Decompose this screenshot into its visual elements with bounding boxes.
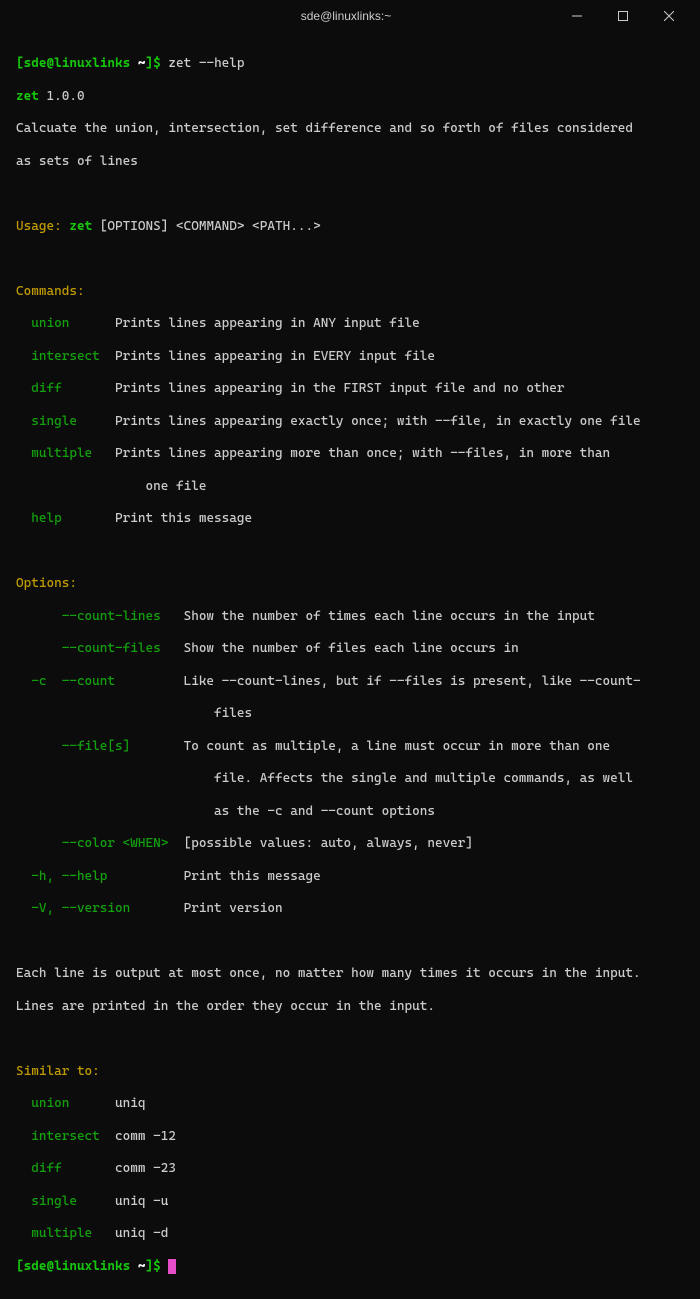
similar-item: diff comm -23 xyxy=(16,1161,684,1177)
option-item: -V, --version Print version xyxy=(16,901,684,917)
option-item-cont: file. Affects the single and multiple co… xyxy=(16,771,684,787)
window-title: sde@linuxlinks:~ xyxy=(138,9,554,23)
version-line: zet 1.0.0 xyxy=(16,89,684,105)
option-item-cont: as the -c and --count options xyxy=(16,804,684,820)
titlebar: sde@linuxlinks:~ xyxy=(0,0,700,32)
usage-line: Usage: zet [OPTIONS] <COMMAND> <PATH...> xyxy=(16,219,684,235)
similar-item: intersect comm -12 xyxy=(16,1129,684,1145)
terminal-output[interactable]: [sde@linuxlinks ~]$ zet --help zet 1.0.0… xyxy=(0,32,700,1299)
minimize-button[interactable] xyxy=(554,0,600,32)
prompt-bracket-open: [ xyxy=(16,56,24,71)
close-icon xyxy=(664,11,674,21)
similar-item: single uniq -u xyxy=(16,1194,684,1210)
option-item: --count-lines Show the number of times e… xyxy=(16,609,684,625)
similar-item: union uniq xyxy=(16,1096,684,1112)
footer-line: Lines are printed in the order they occu… xyxy=(16,999,684,1015)
window-controls xyxy=(554,0,692,32)
cursor xyxy=(168,1259,176,1274)
footer-line: Each line is output at most once, no mat… xyxy=(16,966,684,982)
option-item: --color <WHEN> [possible values: auto, a… xyxy=(16,836,684,852)
maximize-button[interactable] xyxy=(600,0,646,32)
similar-header: Similar to: xyxy=(16,1064,684,1080)
commands-header: Commands: xyxy=(16,284,684,300)
description-line: as sets of lines xyxy=(16,154,684,170)
option-item: -h, --help Print this message xyxy=(16,869,684,885)
option-item: --file[s] To count as multiple, a line m… xyxy=(16,739,684,755)
command-item: diff Prints lines appearing in the FIRST… xyxy=(16,381,684,397)
option-item: -c --count Like --count-lines, but if --… xyxy=(16,674,684,690)
close-button[interactable] xyxy=(646,0,692,32)
prompt-bracket-close: ]$ xyxy=(146,56,169,71)
command-item: multiple Prints lines appearing more tha… xyxy=(16,446,684,462)
typed-command: zet --help xyxy=(168,56,244,71)
command-item: intersect Prints lines appearing in EVER… xyxy=(16,349,684,365)
prompt-user-host: sde@linuxlinks xyxy=(24,56,131,71)
command-item: single Prints lines appearing exactly on… xyxy=(16,414,684,430)
maximize-icon xyxy=(618,11,628,21)
options-header: Options: xyxy=(16,576,684,592)
prompt-line: [sde@linuxlinks ~]$ xyxy=(16,1259,684,1275)
command-item: union Prints lines appearing in ANY inpu… xyxy=(16,316,684,332)
option-item: --count-files Show the number of files e… xyxy=(16,641,684,657)
command-item-cont: one file xyxy=(16,479,684,495)
prompt-line: [sde@linuxlinks ~]$ zet --help xyxy=(16,56,684,72)
prompt-path: ~ xyxy=(130,56,145,71)
description-line: Calcuate the union, intersection, set di… xyxy=(16,121,684,137)
command-item: help Print this message xyxy=(16,511,684,527)
minimize-icon xyxy=(572,11,582,21)
option-item-cont: files xyxy=(16,706,684,722)
similar-item: multiple uniq -d xyxy=(16,1226,684,1242)
